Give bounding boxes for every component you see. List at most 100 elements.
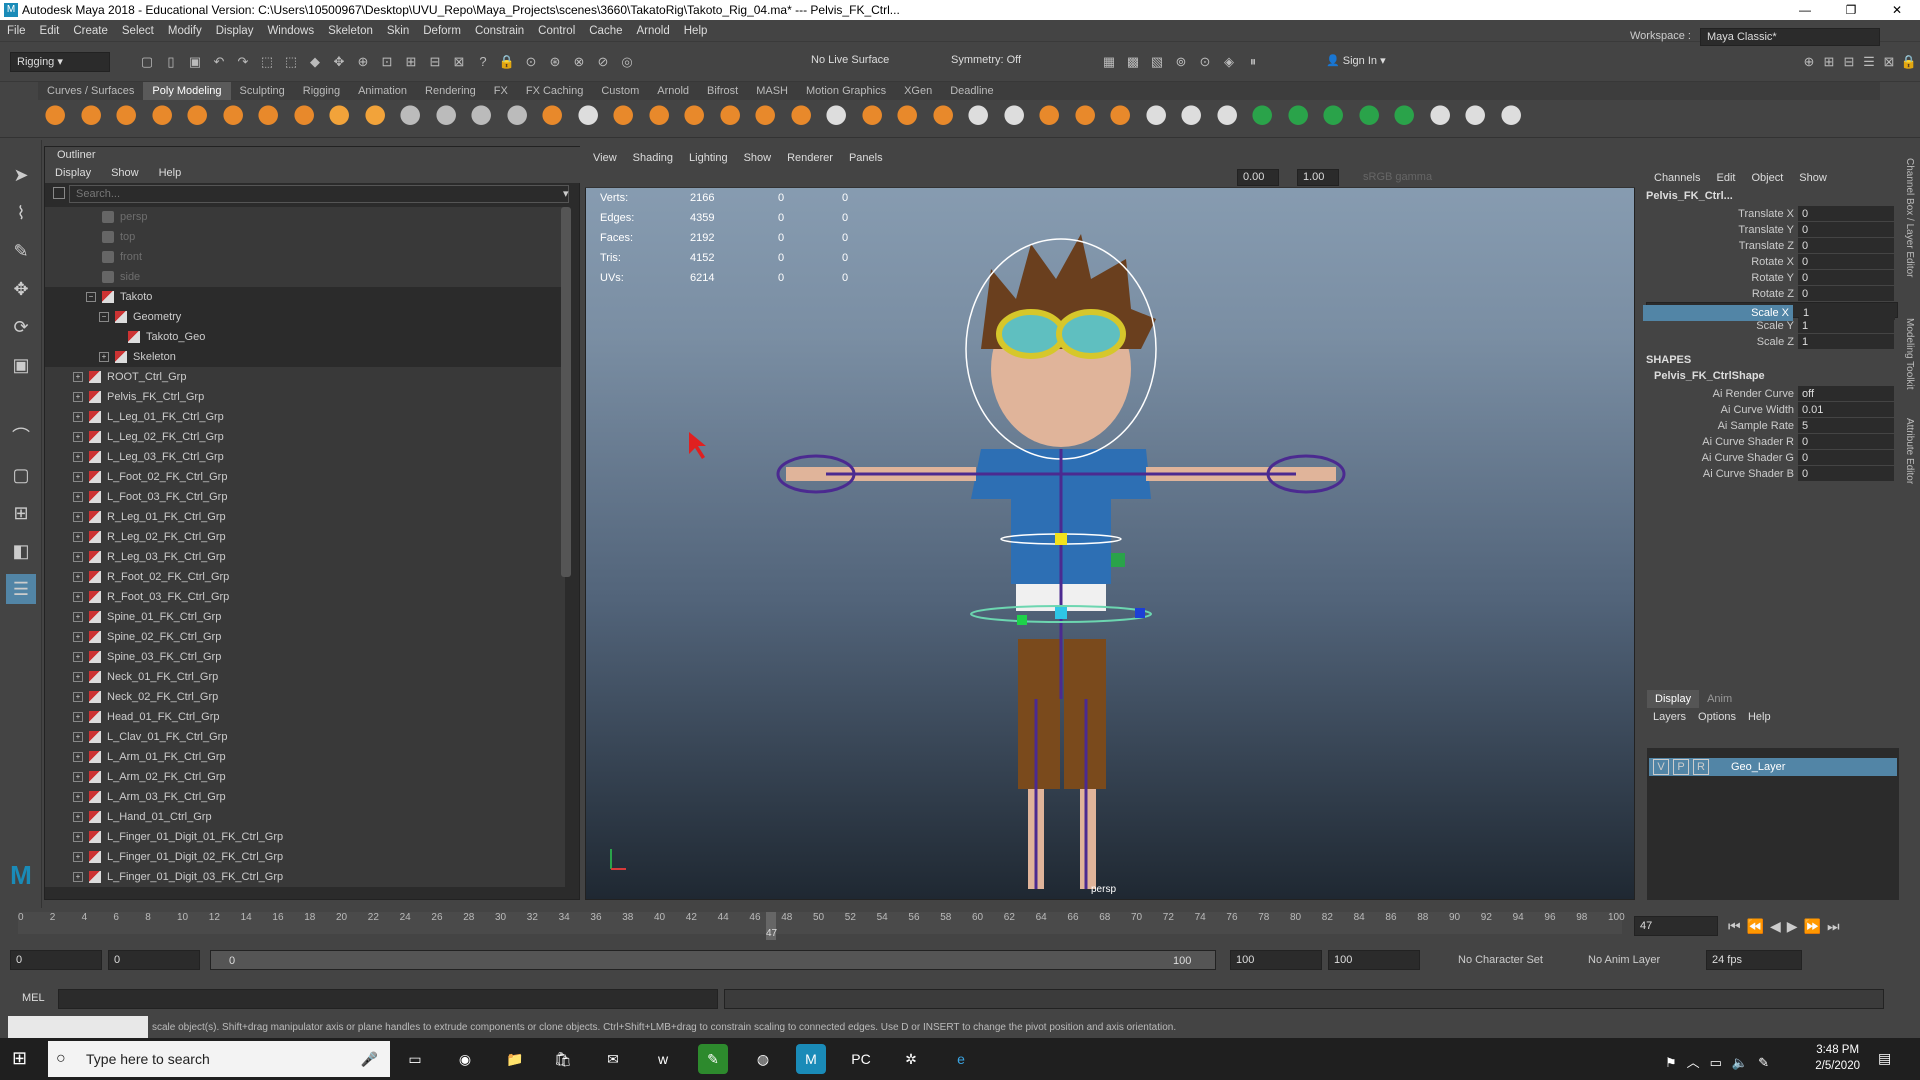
outliner-row[interactable]: + L_Finger_01_Digit_02_FK_Ctrl_Grp	[45, 847, 565, 867]
shelf-tool-19-icon[interactable]	[718, 104, 747, 132]
shelf-tool-13-icon[interactable]	[505, 104, 534, 132]
viewport-menu-shading[interactable]: Shading	[625, 148, 681, 168]
shelf-tool-12-icon[interactable]	[470, 104, 498, 132]
channel-name[interactable]: Translate Z	[1739, 238, 1794, 254]
outliner-layout-icon[interactable]: ☰	[6, 574, 36, 604]
outliner-row[interactable]: + L_Finger_01_Digit_03_FK_Ctrl_Grp	[45, 867, 565, 887]
internet-explorer-icon[interactable]: e	[946, 1044, 976, 1074]
shelf-tab-rendering[interactable]: Rendering	[416, 82, 485, 100]
windows-start-icon[interactable]: ⊞	[12, 1048, 27, 1069]
shape-attr-row[interactable]: Ai Render Curve off	[1646, 386, 1898, 402]
outliner-row[interactable]: + Head_01_FK_Ctrl_Grp	[45, 707, 565, 727]
channel-name[interactable]: Rotate Y	[1751, 270, 1794, 286]
outliner-row[interactable]: + L_Foot_02_FK_Ctrl_Grp	[45, 467, 565, 487]
channel-value[interactable]: 1	[1798, 318, 1894, 333]
shape-attr-value[interactable]: 0	[1798, 466, 1894, 481]
shape-attr-value[interactable]: 0	[1798, 450, 1894, 465]
shape-attr-row[interactable]: Ai Sample Rate 5	[1646, 418, 1898, 434]
layer-row-geo[interactable]: V P R Geo_Layer	[1649, 758, 1897, 776]
shelf-tool-31-icon[interactable]	[1144, 104, 1173, 132]
shape-attr-value[interactable]: 0.01	[1798, 402, 1894, 417]
expand-toggle-icon[interactable]: +	[73, 872, 83, 882]
menu-deform[interactable]: Deform	[416, 20, 468, 42]
shelf-tab-deadline[interactable]: Deadline	[941, 82, 1002, 100]
outliner-scrollbar[interactable]	[561, 207, 571, 577]
shelf-tool-35-icon[interactable]	[1286, 104, 1315, 132]
app-w-icon[interactable]: w	[648, 1044, 678, 1074]
expand-toggle-icon[interactable]: +	[73, 652, 83, 662]
status-tool-14-icon[interactable]: ?	[474, 53, 492, 71]
shelf-tool-23-icon[interactable]	[860, 104, 889, 132]
shelf-tool-39-icon[interactable]	[1428, 104, 1457, 132]
outliner-menu-show[interactable]: Show	[101, 163, 149, 183]
outliner-row[interactable]: + L_Foot_03_FK_Ctrl_Grp	[45, 487, 565, 507]
expand-toggle-icon[interactable]: +	[73, 592, 83, 602]
channel-name[interactable]: Translate Y	[1738, 222, 1794, 238]
manip-green-small[interactable]	[1017, 615, 1027, 625]
viewport-menu-show[interactable]: Show	[736, 148, 780, 168]
channel-row[interactable]: Scale Y 1	[1646, 318, 1898, 334]
search-dropdown-icon[interactable]: ▾	[563, 187, 569, 200]
microphone-icon[interactable]: 🎤	[361, 1041, 378, 1077]
outliner-row[interactable]: + L_Leg_03_FK_Ctrl_Grp	[45, 447, 565, 467]
mail-icon[interactable]: ✉	[598, 1044, 628, 1074]
channel-row[interactable]: Rotate Y 0	[1646, 270, 1898, 286]
render-tool-1-icon[interactable]: ▩	[1124, 53, 1142, 71]
shelf-tool-26-icon[interactable]	[967, 104, 995, 132]
expand-toggle-icon[interactable]: +	[73, 472, 83, 482]
menuset-dropdown[interactable]: Rigging ▾	[10, 52, 110, 72]
shelf-tool-10-icon[interactable]	[399, 104, 427, 132]
outliner-row[interactable]: + Skeleton	[45, 347, 565, 367]
status-tool-2-icon[interactable]: ▣	[186, 53, 204, 71]
channelbox-menu-show[interactable]: Show	[1791, 168, 1835, 188]
close-button[interactable]: ✕	[1874, 0, 1920, 20]
anim-layer-dropdown[interactable]: No Anim Layer	[1588, 954, 1660, 966]
render-tool-5-icon[interactable]: ◈	[1220, 53, 1238, 71]
render-tool-3-icon[interactable]: ⊚	[1172, 53, 1190, 71]
channel-name[interactable]: Scale Y	[1756, 318, 1794, 334]
expand-toggle-icon[interactable]: +	[73, 532, 83, 542]
outliner-search-input[interactable]: Search...	[69, 185, 569, 203]
shelf-tool-24-icon[interactable]	[896, 104, 924, 132]
app-gear-icon[interactable]: ✲	[896, 1044, 926, 1074]
notifications-icon[interactable]: ▤	[1878, 1050, 1891, 1067]
outliner-row[interactable]: + L_Finger_01_Digit_01_FK_Ctrl_Grp	[45, 827, 565, 847]
playback-controls[interactable]: ⏮⏪◀▶⏩⏭	[1728, 918, 1846, 935]
outliner-row[interactable]: + L_Leg_01_FK_Ctrl_Grp	[45, 407, 565, 427]
expand-toggle-icon[interactable]: +	[73, 832, 83, 842]
select-tool-icon[interactable]: ➤	[6, 160, 36, 190]
outliner-row[interactable]: side	[45, 267, 565, 287]
start-time-field[interactable]: 0	[10, 950, 102, 970]
channel-value[interactable]: 0	[1798, 270, 1894, 285]
channel-value[interactable]: 0	[1798, 222, 1894, 237]
status-tool-15-icon[interactable]: 🔒	[498, 53, 516, 71]
expand-toggle-icon[interactable]: +	[99, 352, 109, 362]
shelf-tab-arnold[interactable]: Arnold	[648, 82, 698, 100]
side-tab-2[interactable]: Attribute Editor	[1904, 418, 1915, 484]
status-tool-12-icon[interactable]: ⊟	[426, 53, 444, 71]
shelf-tool-16-icon[interactable]	[612, 104, 640, 132]
single-view-icon[interactable]: ▢	[6, 460, 36, 490]
shelf-tab-xgen[interactable]: XGen	[895, 82, 941, 100]
outliner-row[interactable]: + Pelvis_FK_Ctrl_Grp	[45, 387, 565, 407]
expand-toggle-icon[interactable]: +	[73, 392, 83, 402]
panel-tool-2-icon[interactable]: ⊟	[1840, 53, 1858, 71]
outliner-row[interactable]: + L_Arm_01_FK_Ctrl_Grp	[45, 747, 565, 767]
outliner-menu-display[interactable]: Display	[45, 163, 101, 183]
menu-skeleton[interactable]: Skeleton	[321, 20, 380, 42]
shelf-tool-3-icon[interactable]	[150, 104, 179, 132]
menu-display[interactable]: Display	[209, 20, 261, 42]
channel-value[interactable]: 1	[1798, 334, 1894, 349]
expand-toggle-icon[interactable]: +	[73, 552, 83, 562]
menu-constrain[interactable]: Constrain	[468, 20, 531, 42]
playback-end-field[interactable]: 100	[1230, 950, 1322, 970]
shape-attr-value[interactable]: off	[1798, 386, 1894, 401]
menu-skin[interactable]: Skin	[380, 20, 416, 42]
shelf-tab-animation[interactable]: Animation	[349, 82, 416, 100]
status-tool-3-icon[interactable]: ↶	[210, 53, 228, 71]
layer-menu-layers[interactable]: Layers	[1647, 708, 1692, 726]
last-tool-icon[interactable]: ⌒	[6, 422, 36, 452]
shape-attr-row[interactable]: Ai Curve Shader G 0	[1646, 450, 1898, 466]
viewport-menu-lighting[interactable]: Lighting	[681, 148, 736, 168]
shelf-tool-0-icon[interactable]	[44, 104, 72, 132]
